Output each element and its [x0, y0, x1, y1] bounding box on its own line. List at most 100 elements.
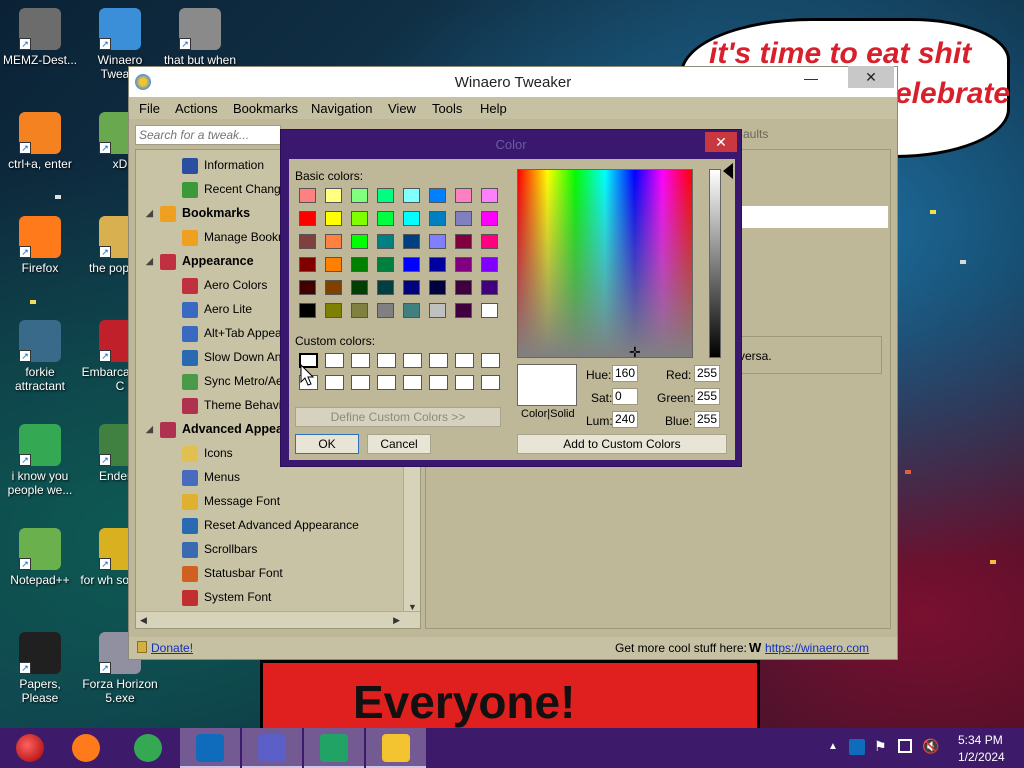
menu-tools[interactable]: Tools: [432, 101, 462, 116]
menu-navigation[interactable]: Navigation: [311, 101, 372, 116]
basic-color-swatch[interactable]: [481, 257, 498, 272]
basic-color-swatch[interactable]: [351, 211, 368, 226]
lum-field[interactable]: 240: [612, 411, 638, 428]
basic-color-swatch[interactable]: [455, 188, 472, 203]
green-field[interactable]: 255: [694, 388, 720, 405]
scroll-left-icon[interactable]: ◀: [140, 615, 147, 626]
add-to-custom-colors-button[interactable]: Add to Custom Colors: [517, 434, 727, 454]
tree-item[interactable]: Aero Lite: [182, 298, 252, 320]
color-dialog-close-button[interactable]: ✕: [705, 132, 737, 152]
scroll-right-icon[interactable]: ▶: [393, 615, 400, 626]
basic-color-swatch[interactable]: [403, 257, 420, 272]
color-spectrum[interactable]: [517, 169, 693, 358]
basic-color-swatch[interactable]: [351, 280, 368, 295]
basic-color-swatch[interactable]: [481, 211, 498, 226]
basic-color-swatch[interactable]: [325, 303, 342, 318]
tree-category[interactable]: ◢ Appearance: [146, 250, 254, 272]
tree-item[interactable]: System Font: [182, 586, 271, 608]
basic-color-swatch[interactable]: [351, 188, 368, 203]
basic-color-swatch[interactable]: [325, 280, 342, 295]
define-custom-colors-button[interactable]: Define Custom Colors >>: [295, 407, 501, 427]
title-bar[interactable]: Winaero Tweaker — ☐: [129, 67, 897, 97]
donate-link[interactable]: Donate!: [151, 641, 193, 655]
luminance-slider[interactable]: [709, 169, 721, 358]
tree-horizontal-scrollbar[interactable]: ◀ ▶: [136, 611, 420, 628]
tree-item[interactable]: Theme Behavior: [182, 394, 292, 416]
custom-color-swatch[interactable]: [429, 375, 448, 390]
basic-color-swatch[interactable]: [481, 280, 498, 295]
desktop-icon[interactable]: ↗ forkie attractant: [0, 320, 80, 393]
sat-field[interactable]: 0: [612, 388, 638, 405]
hue-field[interactable]: 160: [612, 365, 638, 382]
taskbar-app-button[interactable]: [180, 728, 240, 768]
basic-color-swatch[interactable]: [351, 257, 368, 272]
red-field[interactable]: 255: [694, 365, 720, 382]
custom-color-swatch[interactable]: [351, 353, 370, 368]
basic-color-swatch[interactable]: [377, 234, 394, 249]
basic-color-swatch[interactable]: [429, 280, 446, 295]
desktop-icon[interactable]: ↗ Firefox: [0, 216, 80, 275]
basic-color-swatch[interactable]: [299, 257, 316, 272]
basic-color-swatch[interactable]: [455, 257, 472, 272]
basic-color-swatch[interactable]: [429, 257, 446, 272]
basic-color-swatch[interactable]: [455, 234, 472, 249]
start-button[interactable]: [0, 728, 60, 768]
basic-color-swatch[interactable]: [403, 234, 420, 249]
ok-button[interactable]: OK: [295, 434, 359, 454]
basic-color-swatch[interactable]: [377, 257, 394, 272]
custom-color-swatch[interactable]: [455, 353, 474, 368]
basic-color-swatch[interactable]: [377, 303, 394, 318]
network-icon[interactable]: [898, 739, 912, 753]
tree-item[interactable]: Menus: [182, 466, 240, 488]
custom-color-swatch[interactable]: [403, 375, 422, 390]
basic-color-swatch[interactable]: [325, 257, 342, 272]
basic-color-swatch[interactable]: [299, 188, 316, 203]
desktop-icon[interactable]: ↗ MEMZ-Dest...: [0, 8, 80, 67]
collapse-triangle-icon[interactable]: ◢: [146, 202, 153, 224]
basic-color-swatch[interactable]: [299, 280, 316, 295]
tree-item[interactable]: Statusbar Font: [182, 562, 283, 584]
collapse-triangle-icon[interactable]: ◢: [146, 250, 153, 272]
clock-time[interactable]: 5:34 PM: [958, 733, 1003, 747]
basic-color-swatch[interactable]: [299, 234, 316, 249]
tree-item[interactable]: Recent Changes: [182, 178, 293, 200]
luminance-arrow-icon[interactable]: [723, 163, 733, 179]
menu-view[interactable]: View: [388, 101, 416, 116]
tree-item[interactable]: Reset Advanced Appearance: [182, 514, 359, 536]
basic-color-swatch[interactable]: [325, 211, 342, 226]
basic-color-swatch[interactable]: [403, 280, 420, 295]
taskbar-app-button[interactable]: [56, 728, 116, 768]
close-button[interactable]: ✕: [848, 66, 894, 88]
tree-category[interactable]: ◢ Bookmarks: [146, 202, 250, 224]
basic-color-swatch[interactable]: [455, 303, 472, 318]
menu-help[interactable]: Help: [480, 101, 507, 116]
custom-color-swatch[interactable]: [325, 375, 344, 390]
desktop-icon[interactable]: ↗ i know you people we...: [0, 424, 80, 497]
desktop-icon[interactable]: ↗ that but when: [160, 8, 240, 67]
basic-color-swatch[interactable]: [455, 280, 472, 295]
color-dialog-title-bar[interactable]: Color ✕: [281, 130, 741, 156]
basic-color-swatch[interactable]: [481, 303, 498, 318]
custom-color-swatch[interactable]: [481, 375, 500, 390]
tree-item[interactable]: Aero Colors: [182, 274, 267, 296]
tree-item[interactable]: Scrollbars: [182, 538, 257, 560]
menu-file[interactable]: File: [139, 101, 160, 116]
collapse-triangle-icon[interactable]: ◢: [146, 418, 153, 440]
custom-color-swatch[interactable]: [325, 353, 344, 368]
taskbar-app-button[interactable]: [304, 728, 364, 768]
outlook-tray-icon[interactable]: [849, 739, 865, 755]
basic-color-swatch[interactable]: [325, 234, 342, 249]
cancel-button[interactable]: Cancel: [367, 434, 431, 454]
taskbar-app-button[interactable]: [366, 728, 426, 768]
basic-color-swatch[interactable]: [429, 234, 446, 249]
winaero-link[interactable]: https://winaero.com: [765, 641, 869, 655]
basic-color-swatch[interactable]: [455, 211, 472, 226]
taskbar-app-button[interactable]: [242, 728, 302, 768]
tree-item[interactable]: Message Font: [182, 490, 280, 512]
basic-color-swatch[interactable]: [403, 211, 420, 226]
basic-color-swatch[interactable]: [325, 188, 342, 203]
desktop-icon[interactable]: ↗ ctrl+a, enter: [0, 112, 80, 171]
show-hidden-icons-icon[interactable]: ▲: [828, 741, 838, 752]
basic-color-swatch[interactable]: [377, 188, 394, 203]
basic-color-swatch[interactable]: [299, 211, 316, 226]
